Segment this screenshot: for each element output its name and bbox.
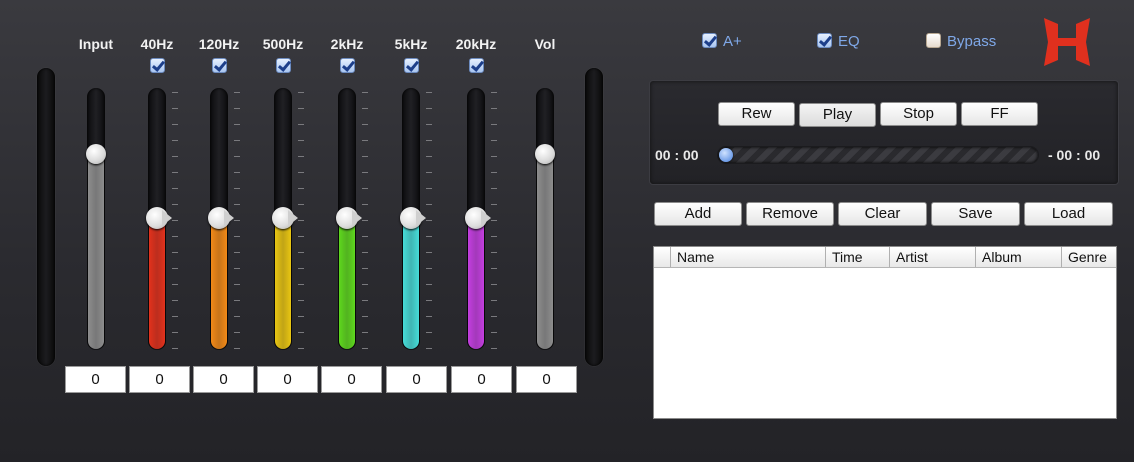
play-button[interactable]: Play [799, 103, 876, 127]
eq-toggle[interactable]: EQ [817, 33, 860, 50]
band-enable-checkbox-120hz[interactable] [212, 58, 227, 73]
channel-label-40hz: 40Hz [140, 36, 174, 52]
slider-ticks [298, 92, 304, 349]
slider-ticks [362, 92, 368, 349]
slider-knob-120hz[interactable] [208, 207, 234, 231]
value-field-40hz[interactable]: 0 [129, 366, 190, 393]
playlist-header: Name Time Artist Album Genre [654, 247, 1116, 268]
band-enable-checkbox-40hz[interactable] [150, 58, 165, 73]
column-header-artist[interactable]: Artist [889, 247, 975, 267]
channel-label-120hz: 120Hz [198, 36, 240, 52]
output-level-meter [585, 68, 603, 366]
slider-knob-5khz[interactable] [400, 207, 426, 231]
value-field-5khz[interactable]: 0 [386, 366, 447, 393]
equalizer-panel: Input 0 40Hz 0 120Hz 0 500Hz 0 2kHz 0 5kHz 0 20kHz 0 V… [0, 0, 620, 462]
a-plus-toggle[interactable]: A+ [702, 33, 742, 50]
bypass-checkbox[interactable] [926, 33, 941, 48]
band-enable-checkbox-5khz[interactable] [404, 58, 419, 73]
slider-fill [211, 218, 227, 349]
slider-knob-500hz[interactable] [272, 207, 298, 231]
slider-knob-input[interactable] [86, 143, 106, 164]
slider-ticks [172, 92, 178, 349]
slider-fill [275, 218, 291, 349]
add-button[interactable]: Add [654, 202, 742, 226]
remaining-time: - 00 : 00 [1048, 147, 1101, 163]
channel-label-input: Input [78, 36, 114, 52]
channel-label-vol: Vol [534, 36, 556, 52]
slider-fill [149, 218, 165, 349]
slider-fill [88, 152, 104, 349]
band-enable-checkbox-500hz[interactable] [276, 58, 291, 73]
seek-knob[interactable] [719, 148, 733, 162]
channel-label-2khz: 2kHz [330, 36, 364, 52]
eq-label: EQ [838, 33, 860, 50]
slider-ticks [426, 92, 432, 349]
value-field-500hz[interactable]: 0 [257, 366, 318, 393]
eq-checkbox[interactable] [817, 33, 832, 48]
slider-knob-vol[interactable] [535, 143, 555, 164]
value-field-20khz[interactable]: 0 [451, 366, 512, 393]
slider-fill [537, 152, 553, 349]
transport-panel [649, 80, 1119, 185]
slider-knob-20khz[interactable] [465, 207, 491, 231]
input-level-meter [37, 68, 55, 366]
slider-knob-40hz[interactable] [146, 207, 172, 231]
slider-track-vol[interactable] [536, 88, 554, 350]
slider-fill [468, 218, 484, 349]
band-enable-checkbox-20khz[interactable] [469, 58, 484, 73]
slider-ticks [234, 92, 240, 349]
stop-button[interactable]: Stop [880, 102, 957, 126]
column-header-album[interactable]: Album [975, 247, 1061, 267]
clear-button[interactable]: Clear [838, 202, 927, 226]
channel-label-500hz: 500Hz [262, 36, 304, 52]
slider-fill [403, 218, 419, 349]
value-field-input[interactable]: 0 [65, 366, 126, 393]
seek-bar[interactable] [717, 146, 1039, 164]
load-button[interactable]: Load [1024, 202, 1113, 226]
a-plus-checkbox[interactable] [702, 33, 717, 48]
remove-button[interactable]: Remove [746, 202, 834, 226]
value-field-2khz[interactable]: 0 [321, 366, 382, 393]
slider-track-input[interactable] [87, 88, 105, 350]
column-header-name[interactable]: Name [670, 247, 825, 267]
channel-label-20khz: 20kHz [455, 36, 497, 52]
value-field-120hz[interactable]: 0 [193, 366, 254, 393]
slider-knob-2khz[interactable] [336, 207, 362, 231]
slider-ticks [491, 92, 497, 349]
elapsed-time: 00 : 00 [655, 147, 699, 163]
bypass-toggle[interactable]: Bypass [926, 33, 996, 50]
value-field-vol[interactable]: 0 [516, 366, 577, 393]
band-enable-checkbox-2khz[interactable] [340, 58, 355, 73]
playlist-table[interactable]: Name Time Artist Album Genre [653, 246, 1117, 419]
slider-fill [339, 218, 355, 349]
save-button[interactable]: Save [931, 202, 1020, 226]
rew-button[interactable]: Rew [718, 102, 795, 126]
ff-button[interactable]: FF [961, 102, 1038, 126]
bypass-label: Bypass [947, 33, 997, 50]
column-header-genre[interactable]: Genre [1061, 247, 1116, 267]
h-logo-icon [1044, 18, 1090, 66]
a-plus-label: A+ [723, 33, 742, 50]
column-header-time[interactable]: Time [825, 247, 889, 267]
channel-label-5khz: 5kHz [394, 36, 428, 52]
